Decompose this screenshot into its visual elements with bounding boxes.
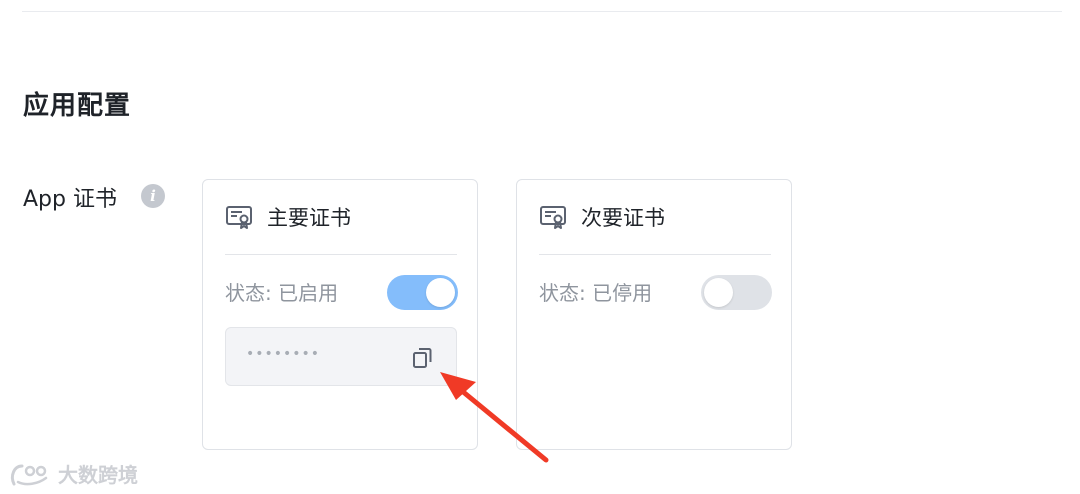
card-divider [539,254,771,255]
secondary-certificate-status: 状态: 已停用 [539,281,653,305]
app-certificate-label: App 证书 [23,187,117,212]
section-title: 应用配置 [23,91,132,121]
watermark: 大数跨境 [8,459,138,488]
copy-icon[interactable] [410,345,434,369]
card-divider [225,254,457,255]
masked-secret-value: •••••••• [246,346,321,362]
top-divider [22,11,1062,12]
primary-certificate-toggle[interactable] [387,275,458,310]
toggle-knob [426,278,455,307]
certificate-icon [540,206,566,229]
secondary-certificate-toggle[interactable] [701,275,772,310]
primary-certificate-title: 主要证书 [267,206,351,230]
primary-certificate-status: 状态: 已启用 [225,281,339,305]
primary-certificate-header: 主要证书 [225,202,351,232]
info-icon[interactable]: i [141,184,165,208]
secondary-certificate-card: 次要证书 状态: 已停用 [516,179,792,450]
certificate-icon [226,206,252,229]
primary-certificate-card: 主要证书 状态: 已启用 •••••••• [202,179,478,450]
secondary-certificate-header: 次要证书 [539,202,665,232]
watermark-text: 大数跨境 [58,463,138,487]
certificate-secret-field: •••••••• [225,327,457,386]
toggle-knob [704,278,733,307]
secondary-certificate-title: 次要证书 [581,206,665,230]
watermark-logo-icon [10,464,48,485]
app-config-page: 应用配置 App 证书 i 主要证书 状态: 已启用 •••••••• 次要证书… [0,0,1080,494]
